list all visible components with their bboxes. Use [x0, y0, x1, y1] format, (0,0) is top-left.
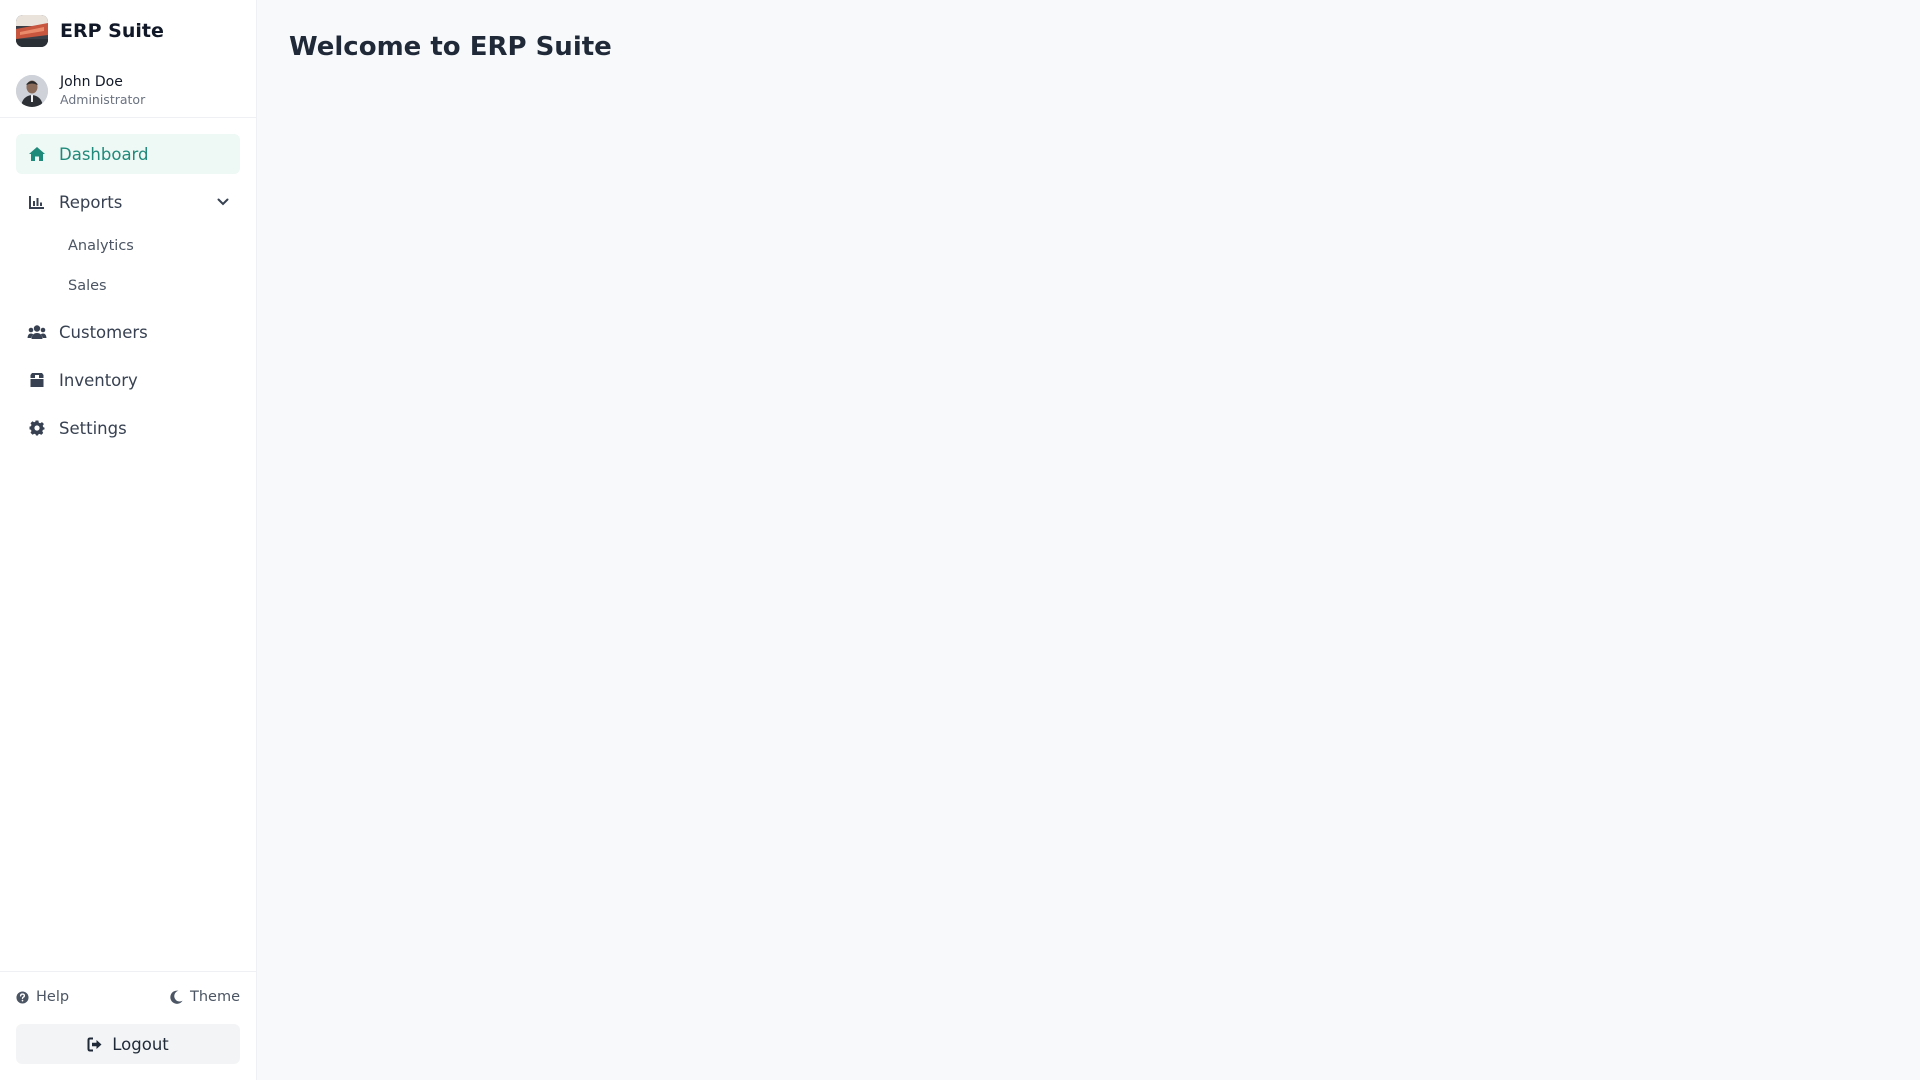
question-circle-icon [16, 990, 29, 1004]
help-label: Help [36, 989, 70, 1005]
sidebar-item-label: Reports [59, 192, 123, 212]
sidebar-utilities: Help Theme [16, 986, 240, 1008]
sidebar-item-label: Inventory [59, 370, 138, 390]
reports-submenu: Analytics Sales [16, 226, 240, 306]
brand-logo [16, 15, 48, 47]
logout-label: Logout [112, 1034, 169, 1054]
user-role: Administrator [60, 92, 146, 107]
sidebar-footer: Help Theme Logout [0, 971, 256, 1080]
users-icon [27, 322, 47, 342]
bar-chart-icon [27, 192, 47, 212]
app-name: ERP Suite [60, 20, 164, 42]
chevron-down-icon[interactable] [217, 198, 229, 206]
sidebar: ERP Suite John Doe Administrator Dashboa… [0, 0, 257, 1080]
home-icon [27, 144, 47, 164]
moon-icon [170, 990, 183, 1004]
sidebar-subitem-sales[interactable]: Sales [16, 266, 240, 306]
brand[interactable]: ERP Suite [0, 0, 256, 62]
sidebar-item-label: Dashboard [59, 144, 149, 164]
page-title: Welcome to ERP Suite [289, 32, 612, 62]
sidebar-nav: Dashboard Reports Analytics Sales Custom… [0, 118, 256, 456]
sidebar-item-customers[interactable]: Customers [16, 312, 240, 352]
sign-out-icon [87, 1037, 102, 1051]
user-name: John Doe [60, 74, 123, 90]
main-content: Welcome to ERP Suite [257, 0, 1920, 1080]
box-icon [27, 370, 47, 390]
user-profile[interactable]: John Doe Administrator [0, 62, 256, 117]
avatar [16, 74, 48, 107]
sidebar-item-settings[interactable]: Settings [16, 408, 240, 448]
sidebar-subitem-analytics[interactable]: Analytics [16, 226, 240, 266]
sidebar-item-inventory[interactable]: Inventory [16, 360, 240, 400]
app-root: ERP Suite John Doe Administrator Dashboa… [0, 0, 1920, 1080]
theme-toggle[interactable]: Theme [170, 989, 240, 1005]
sidebar-item-label: Settings [59, 418, 127, 438]
gear-icon [27, 418, 47, 438]
theme-label: Theme [189, 989, 240, 1005]
logout-button[interactable]: Logout [16, 1024, 240, 1064]
sidebar-item-label: Customers [59, 322, 148, 342]
help-link[interactable]: Help [16, 989, 69, 1005]
sidebar-item-reports[interactable]: Reports [16, 182, 240, 222]
sidebar-item-dashboard[interactable]: Dashboard [16, 134, 240, 174]
